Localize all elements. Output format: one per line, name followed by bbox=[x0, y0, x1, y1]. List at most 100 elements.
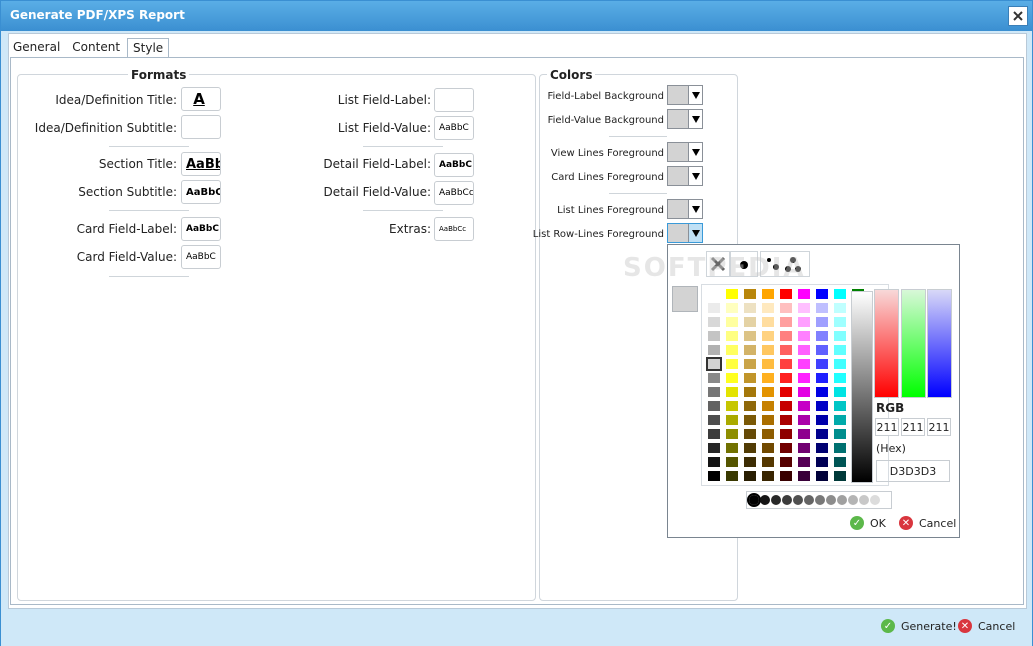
color-swatch[interactable] bbox=[816, 373, 828, 383]
color-swatch[interactable] bbox=[726, 443, 738, 453]
color-swatch[interactable] bbox=[762, 359, 774, 369]
color-swatch[interactable] bbox=[708, 471, 720, 481]
color-swatch[interactable] bbox=[744, 345, 756, 355]
color-swatch[interactable] bbox=[834, 387, 846, 397]
green-value-input[interactable]: 211 bbox=[901, 418, 925, 436]
color-swatch[interactable] bbox=[780, 345, 792, 355]
title-bar[interactable]: Generate PDF/XPS Report bbox=[1, 1, 1032, 31]
color-swatch[interactable] bbox=[708, 331, 720, 341]
blue-slider[interactable] bbox=[927, 289, 952, 398]
color-swatch[interactable] bbox=[834, 471, 846, 481]
color-swatch[interactable] bbox=[798, 359, 810, 369]
extras-style-button[interactable]: AaBbCc bbox=[434, 217, 474, 241]
color-swatch[interactable] bbox=[762, 457, 774, 467]
color-swatch[interactable] bbox=[708, 317, 720, 327]
color-swatch[interactable] bbox=[762, 415, 774, 425]
color-swatch[interactable] bbox=[834, 401, 846, 411]
color-swatch[interactable] bbox=[726, 471, 738, 481]
tab-content[interactable]: Content bbox=[67, 38, 125, 57]
color-swatch[interactable] bbox=[816, 331, 828, 341]
color-swatch[interactable] bbox=[726, 303, 738, 313]
tab-general[interactable]: General bbox=[8, 38, 65, 57]
color-swatch[interactable] bbox=[708, 373, 720, 383]
color-swatch[interactable] bbox=[816, 303, 828, 313]
section-subtitle-style-button[interactable]: AaBbC bbox=[181, 180, 221, 204]
color-swatch[interactable] bbox=[780, 401, 792, 411]
color-swatch[interactable] bbox=[780, 443, 792, 453]
stroke-swatch[interactable] bbox=[837, 495, 847, 505]
picker-ok-button[interactable]: ✓ OK bbox=[850, 516, 886, 530]
stroke-swatch[interactable] bbox=[771, 495, 781, 505]
color-swatch[interactable] bbox=[834, 345, 846, 355]
color-swatch[interactable] bbox=[798, 331, 810, 341]
color-swatch[interactable] bbox=[816, 359, 828, 369]
color-swatch[interactable] bbox=[798, 387, 810, 397]
color-swatch[interactable] bbox=[780, 373, 792, 383]
color-swatch[interactable] bbox=[708, 443, 720, 453]
generate-button[interactable]: ✓ Generate! bbox=[881, 619, 957, 633]
color-swatch[interactable] bbox=[762, 401, 774, 411]
color-swatch[interactable] bbox=[706, 357, 722, 371]
color-swatch[interactable] bbox=[708, 401, 720, 411]
color-swatch[interactable] bbox=[744, 457, 756, 467]
color-swatch[interactable] bbox=[816, 387, 828, 397]
field-value-background-combo[interactable] bbox=[667, 109, 703, 129]
color-swatch[interactable] bbox=[744, 289, 756, 299]
color-swatch[interactable] bbox=[816, 415, 828, 425]
color-swatch[interactable] bbox=[762, 331, 774, 341]
color-swatch[interactable] bbox=[726, 387, 738, 397]
color-swatch[interactable] bbox=[834, 359, 846, 369]
stroke-swatch[interactable] bbox=[793, 495, 803, 505]
color-swatch[interactable] bbox=[780, 429, 792, 439]
idea-subtitle-style-button[interactable] bbox=[181, 115, 221, 139]
field-label-background-combo[interactable] bbox=[667, 85, 703, 105]
grayscale-bar[interactable] bbox=[851, 291, 873, 483]
color-swatch[interactable] bbox=[744, 317, 756, 327]
color-swatch[interactable] bbox=[780, 303, 792, 313]
color-swatch[interactable] bbox=[708, 429, 720, 439]
color-swatch[interactable] bbox=[780, 415, 792, 425]
color-swatch[interactable] bbox=[762, 429, 774, 439]
color-swatch[interactable] bbox=[816, 457, 828, 467]
blue-value-input[interactable]: 211 bbox=[927, 418, 951, 436]
color-swatch[interactable] bbox=[798, 457, 810, 467]
stroke-swatch[interactable] bbox=[859, 495, 869, 505]
color-swatch[interactable] bbox=[798, 429, 810, 439]
list-lines-foreground-combo[interactable] bbox=[667, 199, 703, 219]
color-swatch[interactable] bbox=[798, 443, 810, 453]
color-swatch[interactable] bbox=[798, 317, 810, 327]
list-row-lines-foreground-combo[interactable] bbox=[667, 223, 703, 243]
view-lines-foreground-combo[interactable] bbox=[667, 142, 703, 162]
stroke-swatch[interactable] bbox=[782, 495, 792, 505]
color-swatch[interactable] bbox=[798, 303, 810, 313]
color-swatch[interactable] bbox=[726, 359, 738, 369]
color-swatch[interactable] bbox=[834, 415, 846, 425]
color-swatch[interactable] bbox=[780, 387, 792, 397]
tab-style[interactable]: Style bbox=[127, 38, 170, 58]
stroke-swatch[interactable] bbox=[870, 495, 880, 505]
green-slider[interactable] bbox=[901, 289, 926, 398]
color-swatch[interactable] bbox=[708, 303, 720, 313]
color-swatch[interactable] bbox=[798, 345, 810, 355]
stroke-swatch[interactable] bbox=[804, 495, 814, 505]
color-swatch[interactable] bbox=[798, 289, 810, 299]
red-slider[interactable] bbox=[874, 289, 899, 398]
color-swatch[interactable] bbox=[708, 345, 720, 355]
color-swatch[interactable] bbox=[744, 387, 756, 397]
color-swatch[interactable] bbox=[834, 457, 846, 467]
stroke-swatch[interactable] bbox=[815, 495, 825, 505]
color-swatch[interactable] bbox=[726, 317, 738, 327]
stroke-swatch[interactable] bbox=[747, 493, 761, 507]
color-swatch[interactable] bbox=[762, 345, 774, 355]
color-swatch[interactable] bbox=[762, 303, 774, 313]
color-swatch[interactable] bbox=[780, 471, 792, 481]
color-swatch[interactable] bbox=[762, 289, 774, 299]
hex-value-input[interactable]: D3D3D3 bbox=[876, 460, 950, 482]
color-swatch[interactable] bbox=[834, 331, 846, 341]
color-swatch[interactable] bbox=[834, 373, 846, 383]
color-swatch[interactable] bbox=[834, 443, 846, 453]
color-swatch[interactable] bbox=[726, 415, 738, 425]
color-swatch[interactable] bbox=[780, 331, 792, 341]
color-swatch[interactable] bbox=[816, 401, 828, 411]
color-swatch[interactable] bbox=[744, 401, 756, 411]
